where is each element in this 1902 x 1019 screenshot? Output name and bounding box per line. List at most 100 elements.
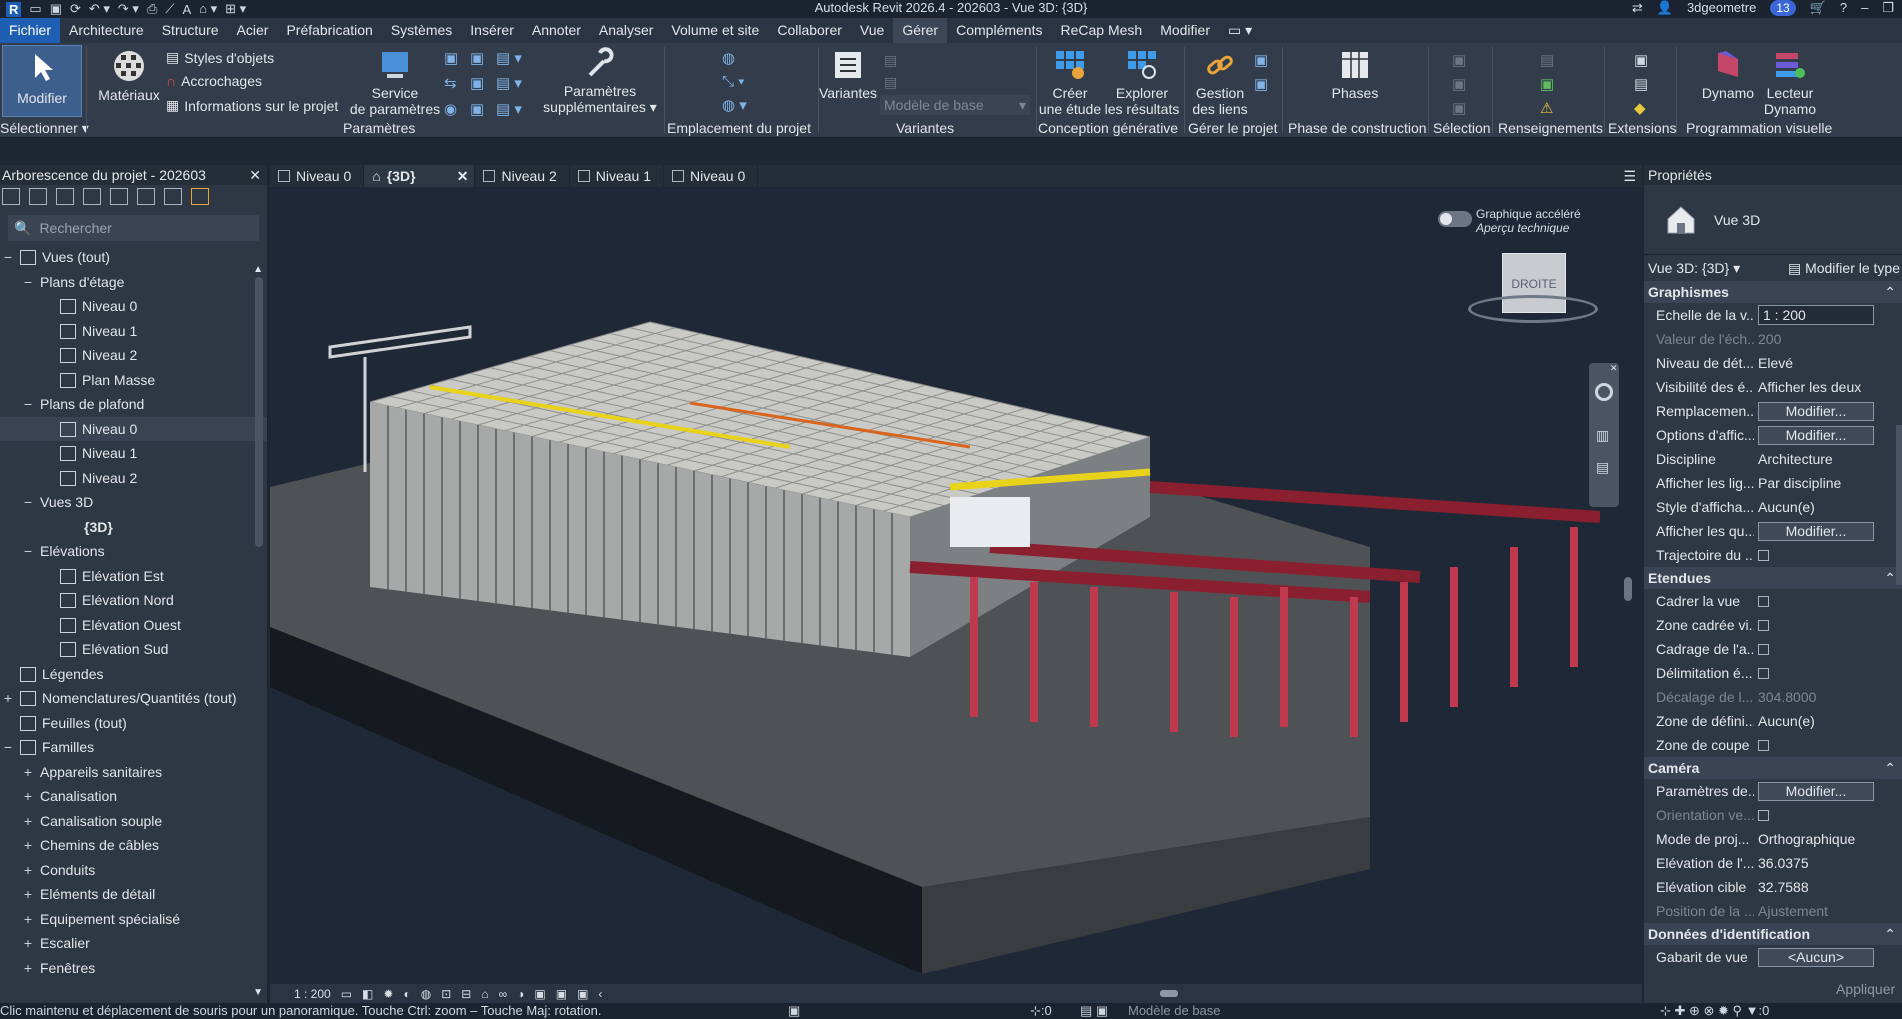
additional-settings-button[interactable]: Paramètres supplémentaires ▾ — [540, 47, 660, 115]
tree-item[interactable]: Niveau 0 — [0, 416, 267, 441]
manage-links-button[interactable]: Gestion des liens — [1186, 49, 1254, 117]
scroll-left-icon[interactable]: ‹ — [598, 987, 602, 1001]
mep-settings-icon[interactable]: ▣ — [470, 100, 492, 119]
tree-item[interactable]: Niveau 1 — [0, 441, 267, 466]
close-tab-icon[interactable]: ✕ — [457, 165, 469, 187]
render-icon[interactable]: ◍ — [421, 987, 431, 1001]
table-icon[interactable] — [83, 188, 101, 205]
collapse-icon[interactable]: − — [2, 735, 14, 760]
expand-icon[interactable] — [29, 188, 47, 205]
expand-icon[interactable]: + — [22, 931, 34, 956]
worksets-icon[interactable]: ▣ — [788, 1003, 800, 1019]
tab-vue[interactable]: Vue — [851, 18, 893, 43]
project-info-button[interactable]: ▦ Informations sur le projet — [166, 97, 338, 114]
expand-icon[interactable]: + — [22, 809, 34, 834]
family-icon[interactable] — [137, 188, 155, 205]
zoom-icon[interactable]: ▥ — [1596, 427, 1609, 444]
tree-item[interactable]: Niveau 0 — [0, 294, 267, 319]
group-icon[interactable] — [164, 188, 182, 205]
editable-counter[interactable]: ⊹:0 — [1030, 1003, 1052, 1019]
tree-item[interactable]: Feuilles (tout) — [0, 711, 267, 736]
create-study-button[interactable]: Créer une étude — [1034, 49, 1106, 117]
expand-icon[interactable]: + — [2, 686, 14, 711]
tree-item[interactable]: + Conduits — [0, 858, 267, 883]
tab-analyser[interactable]: Analyser — [590, 18, 662, 43]
tab-inserer[interactable]: Insérer — [461, 18, 523, 43]
tab-menu-icon[interactable]: ☰ — [1617, 165, 1642, 187]
property-input[interactable]: 1 : 200 — [1758, 305, 1874, 325]
scroll-down-icon[interactable]: ▼ — [253, 987, 263, 998]
explore-results-button[interactable]: Explorer les résultats — [1104, 49, 1180, 117]
property-checkbox[interactable] — [1758, 668, 1769, 679]
pan-icon[interactable]: ▤ — [1596, 459, 1609, 476]
collapse-icon[interactable]: − — [22, 539, 34, 564]
collapse-icon[interactable]: ⌃ — [1884, 567, 1896, 589]
constraints-icon[interactable]: ▣ — [577, 987, 588, 1001]
tab-fichier[interactable]: Fichier — [0, 18, 61, 43]
tree-item[interactable]: + Equipement spécialisé — [0, 907, 267, 932]
project-params-icon[interactable]: ▣ — [444, 49, 466, 68]
detail-level-icon[interactable]: ▭ — [341, 987, 352, 1001]
tab-modifier[interactable]: Modifier — [1151, 18, 1219, 43]
property-group-header[interactable]: Caméra ⌃ — [1644, 757, 1902, 779]
dynamo-button[interactable]: Dynamo — [1696, 49, 1760, 101]
tab-gerer[interactable]: Gérer — [893, 18, 948, 43]
user-icon[interactable]: 👤 — [1657, 0, 1673, 16]
transfer-standards-icon[interactable]: ⇆ — [444, 74, 466, 93]
tree-item[interactable]: − Plans d'étage — [0, 270, 267, 295]
restore-icon[interactable]: ❐ — [1882, 0, 1894, 16]
visual-style-icon[interactable]: ◧ — [362, 987, 373, 1001]
collapse-icon[interactable]: − — [22, 392, 34, 417]
tree-item[interactable]: Légendes — [0, 662, 267, 687]
expand-icon[interactable]: + — [22, 858, 34, 883]
coordinates-icon[interactable]: ⤡ ▾ — [722, 73, 747, 90]
property-checkbox[interactable] — [1758, 550, 1769, 561]
status-design-option[interactable]: Modèle de base — [1128, 1003, 1221, 1019]
home-view-icon[interactable] — [2, 188, 20, 205]
expand-icon[interactable]: + — [22, 882, 34, 907]
selectionner-dropdown[interactable]: Sélectionner ▾ — [0, 120, 89, 137]
instance-selector[interactable]: Vue 3D: {3D} ▾ — [1648, 260, 1740, 277]
nav-close-icon[interactable]: ✕ — [1610, 363, 1618, 374]
share-icon[interactable]: ⇄ — [1632, 0, 1643, 16]
collapse-icon[interactable]: − — [22, 490, 34, 515]
user-name[interactable]: 3dgeometre — [1687, 0, 1756, 16]
tree-item[interactable]: + Chemins de câbles — [0, 833, 267, 858]
tab-systemes[interactable]: Systèmes — [382, 18, 461, 43]
modify-button[interactable]: Modifier — [2, 45, 82, 117]
shadows-icon[interactable]: ◐ — [403, 987, 410, 1001]
expand-icon[interactable]: + — [22, 784, 34, 809]
tree-item[interactable]: − Elévations — [0, 539, 267, 564]
extensions-icons[interactable]: ▣ ▤ ◆ — [1634, 49, 1648, 121]
design-options-button[interactable]: Variantes — [818, 49, 878, 101]
sun-path-icon[interactable]: ✹ — [383, 987, 393, 1001]
expand-icon[interactable]: + — [22, 833, 34, 858]
expand-icon[interactable]: + — [22, 956, 34, 981]
tab-architecture[interactable]: Architecture — [60, 18, 153, 43]
tree-item[interactable]: Niveau 1 — [0, 319, 267, 344]
search-field[interactable]: 🔍 Rechercher — [8, 215, 259, 241]
ribbon-options-icon[interactable]: ▭ ▾ — [1219, 18, 1261, 43]
tab-3d[interactable]: ⌂ {3D} ✕ — [364, 165, 476, 187]
sheet-icon[interactable] — [110, 188, 128, 205]
tree-item[interactable]: Elévation Est — [0, 564, 267, 589]
minimize-icon[interactable]: – — [1861, 0, 1868, 16]
tab-volume-site[interactable]: Volume et site — [662, 18, 768, 43]
property-edit-button[interactable]: Modifier... — [1758, 426, 1874, 445]
tree-item[interactable]: − Vues 3D — [0, 490, 267, 515]
schedule-icon[interactable] — [56, 188, 74, 205]
3d-viewport[interactable]: Graphique accéléré Aperçu technique DROI… — [270, 187, 1642, 984]
tree-item[interactable]: − Familles — [0, 735, 267, 760]
scroll-up-icon[interactable]: ▲ — [253, 264, 263, 275]
tab-prefabrication[interactable]: Préfabrication — [277, 18, 381, 43]
expand-icon[interactable]: + — [22, 760, 34, 785]
tree-item[interactable]: + Escalier — [0, 931, 267, 956]
close-icon[interactable]: ✕ — [249, 165, 261, 185]
property-edit-button[interactable]: <Aucun> — [1758, 948, 1874, 967]
tree-scrollbar[interactable] — [255, 277, 263, 547]
property-group-header[interactable]: Données d'identification ⌃ — [1644, 923, 1902, 945]
tree-item[interactable]: {3D} — [0, 515, 267, 540]
global-params-icon[interactable]: ▤ ▾ — [496, 49, 526, 68]
location-icons[interactable]: ◍ ⤡ ▾ ◍ ▾ — [722, 49, 747, 114]
tree-item[interactable]: + Canalisation souple — [0, 809, 267, 834]
